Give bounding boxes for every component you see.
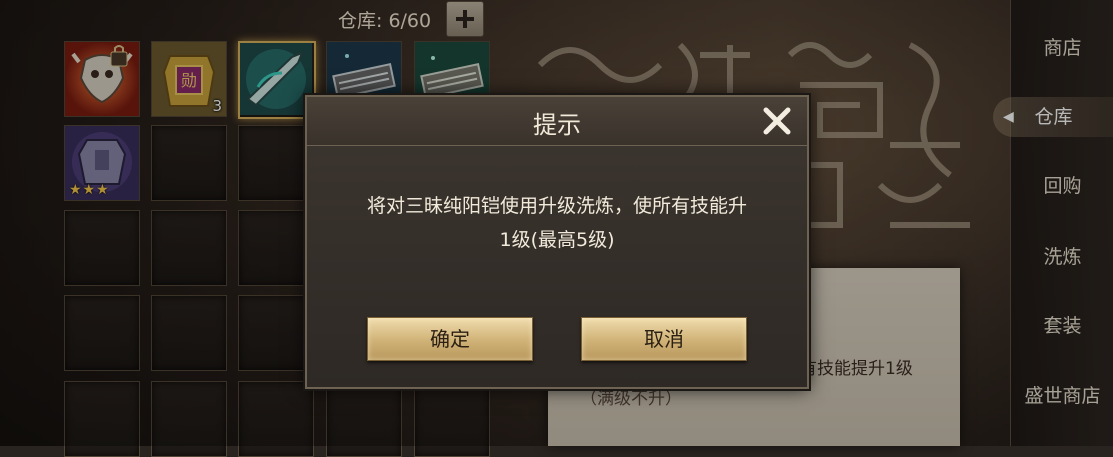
confirm-button[interactable]: 确定 bbox=[367, 317, 533, 361]
dialog-message-line2: 1级(最高5级) bbox=[499, 229, 615, 251]
dialog-header: 提示 bbox=[307, 97, 807, 146]
dialog-title: 提示 bbox=[533, 111, 581, 139]
dialog-message-line1: 将对三昧纯阳铠使用升级洗炼，使所有技能升 bbox=[366, 195, 747, 217]
prompt-dialog: 提示 将对三昧纯阳铠使用升级洗炼，使所有技能升 1级(最高5级) 确定 取消 bbox=[305, 95, 809, 389]
close-icon bbox=[763, 107, 791, 135]
dialog-message: 将对三昧纯阳铠使用升级洗炼，使所有技能升 1级(最高5级) bbox=[327, 189, 787, 257]
cancel-button[interactable]: 取消 bbox=[581, 317, 747, 361]
close-button[interactable] bbox=[759, 103, 795, 139]
